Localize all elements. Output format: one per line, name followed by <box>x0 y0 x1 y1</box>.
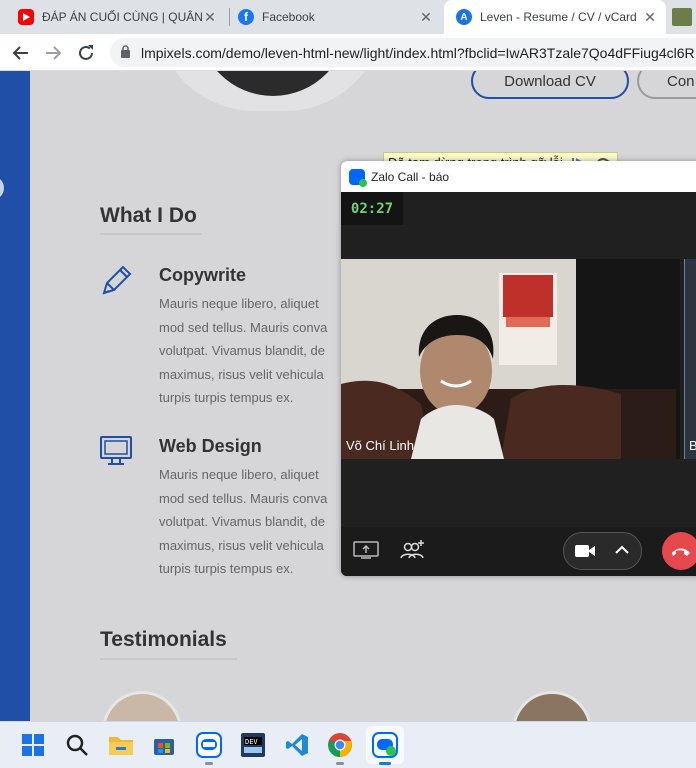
search-icon[interactable] <box>62 730 92 760</box>
microsoft-store-icon[interactable] <box>149 730 179 760</box>
monitor-icon <box>98 433 134 469</box>
forward-button[interactable] <box>40 40 66 66</box>
chrome-icon[interactable] <box>325 730 355 765</box>
description-line: Mauris neque libero, aliquet <box>159 296 319 311</box>
description-line: volutpat. Vivamus blandit, de <box>159 343 325 358</box>
url-text: lmpixels.com/demo/leven-html-new/light/i… <box>141 44 695 61</box>
service-title-web-design: Web Design <box>159 436 262 456</box>
reload-button[interactable] <box>73 40 99 66</box>
testimonial-avatar <box>512 691 592 721</box>
description-line: mod sed tellus. Mauris conva <box>159 490 328 506</box>
leven-icon: A <box>456 9 472 25</box>
active-indicator <box>379 762 391 765</box>
tab-thumbnail-icon[interactable] <box>672 8 692 26</box>
service-title-copywrite: Copywrite <box>159 265 247 285</box>
tab-title: Facebook <box>262 10 315 24</box>
call-window-title: Zalo Call - báo <box>371 169 450 184</box>
add-participant-icon[interactable] <box>397 537 427 563</box>
running-indicator <box>205 762 213 765</box>
dev-icon[interactable]: DEV <box>238 730 268 760</box>
lock-icon <box>120 44 131 61</box>
camera-toggle-group <box>563 532 642 570</box>
chevron-up-icon[interactable] <box>614 543 630 562</box>
facebook-icon: f <box>238 9 254 25</box>
heading-underline <box>100 658 237 660</box>
tab-facebook[interactable]: f Facebook ✕ <box>230 0 442 34</box>
testimonial-avatar <box>102 691 182 721</box>
tab-title: Leven - Resume / CV / vCard <box>480 10 637 24</box>
download-cv-button[interactable]: Download CV <box>471 71 629 99</box>
callee-name: Võ Chí Linh <box>346 438 414 453</box>
windows-taskbar: DEV <box>0 721 696 768</box>
file-explorer-icon[interactable] <box>106 730 136 760</box>
zalo-logo-icon <box>349 168 367 187</box>
description-line: maximus, risus velit vehicula <box>159 366 324 382</box>
service-description-web-design: Mauris neque libero, aliquet mod sed tel… <box>159 463 349 581</box>
local-video-label: B <box>689 438 696 453</box>
youtube-icon <box>18 9 34 25</box>
description-line: turpis turpis tempus ex. <box>159 561 294 576</box>
close-tab-icon[interactable]: ✕ <box>642 9 658 25</box>
hang-up-icon <box>672 548 690 556</box>
tab-youtube[interactable]: ĐÁP ÁN CUỐI CÙNG | QUÂN ✕ <box>8 0 226 34</box>
description-line: maximus, risus velit vehicula <box>159 537 324 553</box>
call-controls <box>341 527 696 576</box>
screen-share-icon[interactable] <box>351 537 381 563</box>
svg-text:DEV: DEV <box>245 738 258 746</box>
contact-button[interactable]: Con <box>637 71 696 99</box>
service-description-copywrite: Mauris neque libero, aliquet mod sed tel… <box>159 292 349 410</box>
end-call-button[interactable] <box>662 532 696 570</box>
back-button[interactable] <box>8 40 34 66</box>
remote-video[interactable]: Võ Chí Linh <box>341 259 680 459</box>
sidebar-toggle <box>0 176 4 200</box>
local-video-preview[interactable]: B <box>684 259 696 459</box>
tab-leven-active[interactable]: A Leven - Resume / CV / vCard ✕ <box>444 0 666 34</box>
pencil-icon <box>98 263 134 299</box>
video-camera-icon[interactable] <box>574 541 596 566</box>
testimonials-heading: Testimonials <box>100 628 227 651</box>
what-i-do-heading: What I Do <box>100 204 197 227</box>
remote-video-frame <box>341 259 680 459</box>
browser-tab-bar: ĐÁP ÁN CUỐI CÙNG | QUÂN ✕ f Facebook ✕ A… <box>0 0 696 34</box>
call-window-titlebar[interactable]: Zalo Call - báo <box>341 161 696 192</box>
close-tab-icon[interactable]: ✕ <box>202 9 218 25</box>
zalo-icon[interactable] <box>194 730 224 765</box>
description-line: turpis turpis tempus ex. <box>159 390 294 405</box>
address-bar[interactable]: lmpixels.com/demo/leven-html-new/light/i… <box>110 38 696 67</box>
description-line: Mauris neque libero, aliquet <box>159 467 319 482</box>
description-line: mod sed tellus. Mauris conva <box>159 319 328 335</box>
close-tab-icon[interactable]: ✕ <box>418 9 434 25</box>
tab-title: ĐÁP ÁN CUỐI CÙNG | QUÂN <box>42 10 203 24</box>
description-line: volutpat. Vivamus blandit, de <box>159 514 325 529</box>
running-indicator <box>336 762 344 765</box>
browser-toolbar: lmpixels.com/demo/leven-html-new/light/i… <box>0 34 696 71</box>
vscode-icon[interactable] <box>282 730 312 760</box>
windows-start-icon[interactable] <box>18 730 48 760</box>
call-timer: 02:27 <box>341 192 403 225</box>
zalo-call-window[interactable]: Zalo Call - báo 02:27 Võ Chí Linh B <box>341 161 696 576</box>
left-accent-bar <box>0 71 30 721</box>
heading-underline <box>100 233 202 235</box>
zalo-call-icon[interactable] <box>370 730 400 765</box>
